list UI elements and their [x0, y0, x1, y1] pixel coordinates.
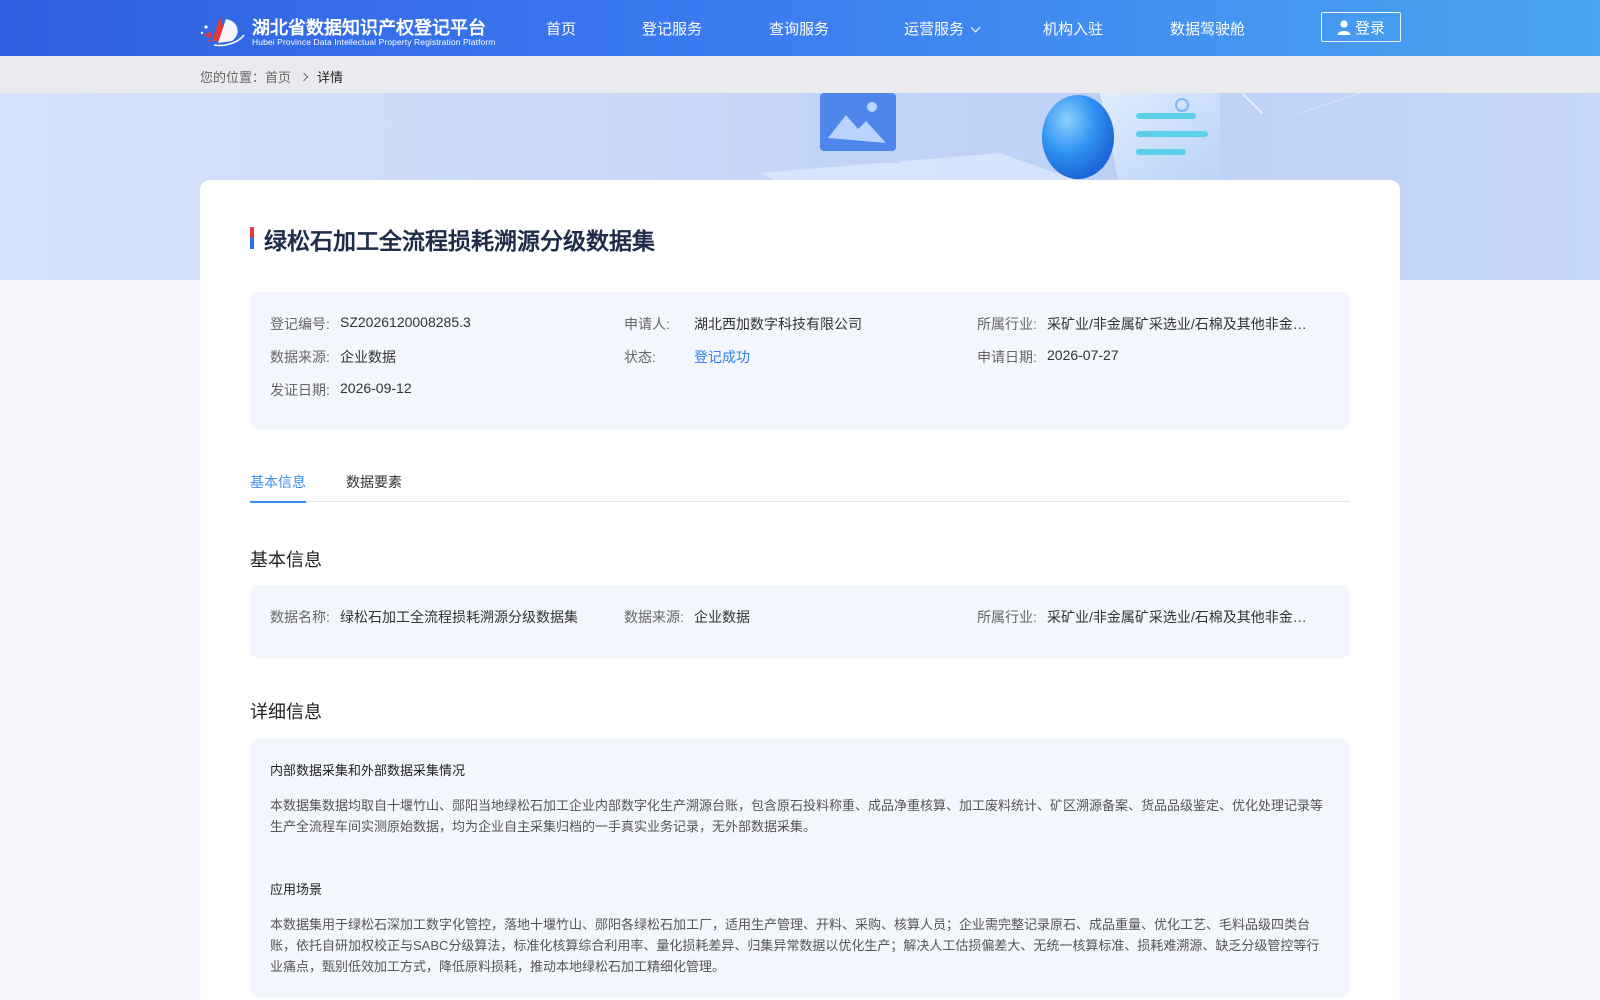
nav-operation-service-label: 运营服务: [904, 21, 965, 38]
logo-mark-icon: [200, 17, 245, 47]
field-label: 状态:: [624, 349, 656, 365]
nav-registration-service[interactable]: 登记服务: [642, 18, 702, 39]
user-icon: [1337, 19, 1351, 35]
active-tab-indicator: [250, 501, 306, 503]
field-applicant: 申请人: 湖北西加数字科技有限公司: [624, 314, 862, 334]
nav-query-service[interactable]: 查询服务: [769, 18, 829, 39]
field-label: 数据来源:: [270, 349, 330, 365]
login-label: 登录: [1354, 19, 1385, 37]
field-data-name: 数据名称: 绿松石加工全流程损耗溯源分级数据集: [270, 607, 578, 627]
field-label: 所属行业:: [977, 609, 1037, 625]
field-value: 采矿业/非金属矿采选业/石棉及其他非金属矿采选: [1047, 609, 1309, 625]
breadcrumb-current: 详情: [317, 70, 344, 85]
field-value: 绿松石加工全流程损耗溯源分级数据集: [340, 609, 578, 625]
scenario-heading: 应用场景: [270, 882, 323, 897]
nav-data-cockpit[interactable]: 数据驾驶舱: [1170, 18, 1245, 39]
detail-tabs: 基本信息 数据要素: [250, 472, 1350, 503]
field-source: 数据来源: 企业数据: [270, 347, 396, 367]
field-label: 申请人:: [624, 316, 670, 332]
nav-operation-service[interactable]: 运营服务: [904, 18, 981, 39]
field-value: 企业数据: [340, 349, 396, 365]
section-title-details: 详细信息: [250, 702, 322, 722]
breadcrumb-bar: 您的位置： 首页 详情: [0, 56, 1600, 93]
field-value: 企业数据: [694, 609, 750, 625]
login-button[interactable]: 登录: [1321, 12, 1401, 42]
chevron-right-icon: [299, 72, 309, 81]
detail-info-panel: 内部数据采集和外部数据采集情况 本数据集数据均取自十堰竹山、郧阳当地绿松石加工企…: [250, 738, 1350, 998]
field-value: 2026-07-27: [1047, 347, 1119, 363]
chevron-down-icon: [970, 22, 981, 33]
field-industry: 所属行业: 采矿业/非金属矿采选业/石棉及其他非金属矿采选: [977, 314, 1309, 334]
title-accent-mark: [250, 227, 254, 249]
field-data-source: 数据来源: 企业数据: [624, 607, 750, 627]
field-apply-date: 申请日期: 2026-07-27: [977, 347, 1119, 367]
field-label: 数据来源:: [624, 609, 684, 625]
top-header: 湖北省数据知识产权登记平台 Hubei Province Data Intell…: [0, 0, 1600, 56]
field-label: 所属行业:: [977, 316, 1037, 332]
field-label: 登记编号:: [270, 316, 330, 332]
breadcrumb-home[interactable]: 首页: [265, 67, 291, 86]
detail-card: 绿松石加工全流程损耗溯源分级数据集 登记编号: SZ2026120008285.…: [200, 180, 1400, 1000]
field-reg-no: 登记编号: SZ2026120008285.3: [270, 314, 471, 334]
page-title: 绿松石加工全流程损耗溯源分级数据集: [264, 228, 655, 254]
field-label: 发证日期:: [270, 382, 330, 398]
field-status: 状态: 登记成功: [624, 347, 750, 367]
field-value: SZ2026120008285.3: [340, 314, 471, 330]
tab-basic-info[interactable]: 基本信息: [250, 472, 306, 492]
field-value: 2026-09-12: [340, 380, 412, 396]
breadcrumb-prefix: 您的位置：: [200, 70, 266, 85]
status-badge: 登记成功: [694, 349, 750, 365]
field-label: 申请日期:: [977, 349, 1037, 365]
collection-heading: 内部数据采集和外部数据采集情况: [270, 763, 466, 778]
field-data-industry: 所属行业: 采矿业/非金属矿采选业/石棉及其他非金属矿采选: [977, 607, 1309, 627]
field-label: 数据名称:: [270, 609, 330, 625]
breadcrumb: 您的位置： 首页 详情: [200, 67, 343, 86]
platform-logo[interactable]: 湖北省数据知识产权登记平台 Hubei Province Data Intell…: [198, 11, 498, 47]
basic-info-panel: 数据名称: 绿松石加工全流程损耗溯源分级数据集 数据来源: 企业数据 所属行业:…: [250, 585, 1350, 658]
collection-text: 本数据集数据均取自十堰竹山、郧阳当地绿松石加工企业内部数字化生产溯源台账，包含原…: [270, 798, 1324, 834]
field-issue-date: 发证日期: 2026-09-12: [270, 380, 412, 400]
tab-data-elements[interactable]: 数据要素: [346, 472, 402, 492]
nav-home[interactable]: 首页: [546, 18, 576, 39]
field-value: 湖北西加数字科技有限公司: [694, 316, 862, 332]
scenario-text: 本数据集用于绿松石深加工数字化管控，落地十堰竹山、郧阳各绿松石加工厂，适用生产管…: [270, 917, 1320, 974]
field-value: 采矿业/非金属矿采选业/石棉及其他非金属矿采选: [1047, 316, 1309, 332]
logo-subtitle: Hubei Province Data Intellectual Propert…: [252, 37, 496, 47]
section-title-basic: 基本信息: [250, 550, 322, 570]
nav-institution-join[interactable]: 机构入驻: [1043, 18, 1103, 39]
summary-panel: 登记编号: SZ2026120008285.3 申请人: 湖北西加数字科技有限公…: [250, 292, 1350, 430]
